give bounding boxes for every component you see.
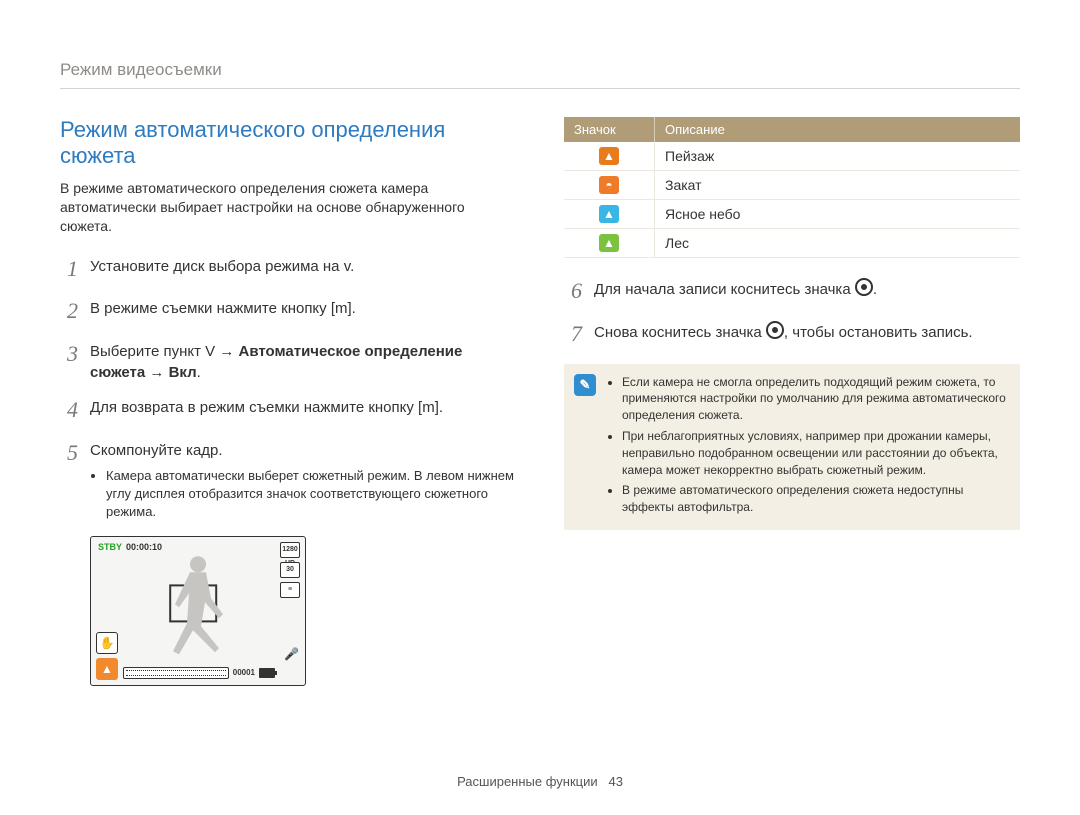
table-header-desc: Описание	[655, 117, 1021, 142]
table-icon-cell: ▲	[564, 229, 655, 258]
step-3: Выберите пункт V → Автоматическое опреде…	[90, 341, 516, 383]
battery-icon	[259, 668, 275, 678]
note-item: При неблагоприятных условиях, например п…	[622, 428, 1008, 478]
left-column: Режим автоматического определения сюжета…	[60, 117, 516, 686]
resolution-icon: 1280 HD	[280, 542, 300, 558]
step-number: 1	[60, 254, 78, 285]
camera-counter: 00001	[233, 668, 255, 677]
arrow-icon: →	[215, 343, 238, 360]
video-menu-marker: V	[205, 343, 215, 360]
table-desc-cell: Закат	[655, 171, 1021, 200]
camera-preview-illustration: STBY 00:00:10 1280 HD 30 ≡ ✋ ▲ 🎤	[90, 536, 306, 686]
footer-section: Расширенные функции	[457, 774, 598, 789]
right-column: Значок Описание ▲ Пейзаж ◓ Закат ▲ Ясное небо…	[564, 117, 1020, 530]
scene-mode-icon: ▲	[96, 658, 118, 680]
text: Для начала записи коснитесь значка	[594, 281, 855, 298]
camera-status: STBY	[98, 542, 122, 552]
menu-value: Вкл	[169, 364, 197, 381]
section-title: Режим автоматического определения сюжета	[60, 117, 516, 169]
mi-landscape-icon: ▲	[599, 147, 619, 165]
mic-icon: 🎤	[284, 647, 299, 661]
intro-paragraph: В режиме автоматического определения сюж…	[60, 179, 516, 236]
text: .	[873, 281, 877, 298]
text: Снова коснитесь значка	[594, 324, 766, 341]
text: ].	[435, 399, 443, 416]
note-info-icon: ✎	[574, 374, 596, 396]
step-number: 2	[60, 296, 78, 327]
table-row: ▲ Пейзаж	[564, 142, 1020, 171]
divider	[60, 88, 1020, 89]
text: .	[350, 258, 354, 275]
step-number: 4	[60, 395, 78, 426]
scene-icon-table: Значок Описание ▲ Пейзаж ◓ Закат ▲ Ясное небо…	[564, 117, 1020, 258]
step-number: 5	[60, 438, 78, 522]
note-item: В режиме автоматического определения сюж…	[622, 482, 1008, 516]
mi-clearsky-icon: ▲	[599, 205, 619, 223]
mi-forest-icon: ▲	[599, 234, 619, 252]
step-4: Для возврата в режим съемки нажмите кноп…	[90, 397, 516, 426]
step-7: Снова коснитесь значка , чтобы остановит…	[594, 321, 1020, 350]
text: ].	[348, 300, 356, 317]
step-number: 7	[564, 319, 582, 350]
arrow-icon: →	[145, 364, 168, 381]
menu-button-marker: m	[335, 300, 348, 317]
page-footer: Расширенные функции 43	[0, 774, 1080, 789]
step-1: Установите диск выбора режима на v.	[90, 256, 516, 285]
text: , чтобы остановить запись.	[784, 324, 973, 341]
fps-icon: 30	[280, 562, 300, 578]
text: Установите диск выбора режима на	[90, 258, 344, 275]
step-number: 3	[60, 339, 78, 383]
breadcrumb: Режим видеосъемки	[60, 60, 1020, 80]
step-5: Скомпонуйте кадр. Камера автоматически в…	[90, 440, 516, 522]
table-desc-cell: Ясное небо	[655, 200, 1021, 229]
record-icon	[855, 278, 873, 296]
step-5-bullet: Камера автоматически выберет сюжетный ре…	[106, 467, 516, 522]
table-icon-cell: ◓	[564, 171, 655, 200]
note-box: ✎ Если камера не смогла определить подхо…	[564, 364, 1020, 530]
focus-box-icon	[169, 584, 217, 622]
page-number: 43	[608, 774, 622, 789]
text: Для возврата в режим съемки нажмите кноп…	[90, 399, 422, 416]
stabilizer-icon: ✋	[96, 632, 118, 654]
table-header-icon: Значок	[564, 117, 655, 142]
table-row: ▲ Ясное небо	[564, 200, 1020, 229]
mi-sunset-icon: ◓	[599, 176, 619, 194]
menu-button-marker: m	[422, 399, 435, 416]
zoom-bar	[123, 667, 229, 679]
table-row: ▲ Лес	[564, 229, 1020, 258]
text: Выберите пункт	[90, 343, 205, 360]
menu-icon: ≡	[280, 582, 300, 598]
text: В режиме съемки нажмите кнопку [	[90, 300, 335, 317]
table-desc-cell: Пейзаж	[655, 142, 1021, 171]
table-row: ◓ Закат	[564, 171, 1020, 200]
table-desc-cell: Лес	[655, 229, 1021, 258]
text: Скомпонуйте кадр.	[90, 442, 223, 459]
step-number: 6	[564, 276, 582, 307]
camera-time: 00:00:10	[126, 542, 162, 552]
step-2: В режиме съемки нажмите кнопку [m].	[90, 298, 516, 327]
table-icon-cell: ▲	[564, 142, 655, 171]
note-item: Если камера не смогла определить подходя…	[622, 374, 1008, 424]
step-6: Для начала записи коснитесь значка .	[594, 278, 1020, 307]
text: .	[197, 364, 201, 381]
record-icon	[766, 321, 784, 339]
table-icon-cell: ▲	[564, 200, 655, 229]
